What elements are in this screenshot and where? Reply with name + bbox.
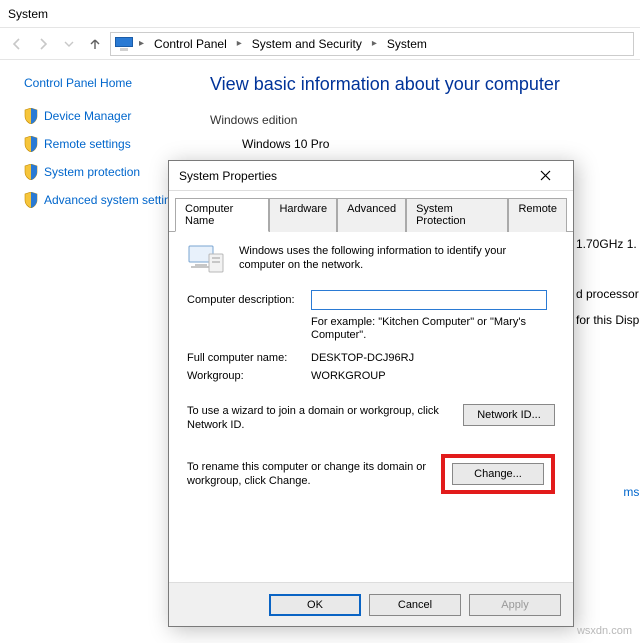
annotation-highlight: Change... xyxy=(441,454,555,494)
window-titlebar: System xyxy=(0,0,640,28)
breadcrumb-mid[interactable]: System and Security xyxy=(248,35,366,53)
watermark: wsxdn.com xyxy=(577,625,632,637)
page-heading: View basic information about your comput… xyxy=(210,74,640,95)
proc-fragment: d processor xyxy=(576,284,639,304)
cpu-fragment: 1.70GHz 1. xyxy=(576,234,639,254)
chevron-right-icon: ▸ xyxy=(233,38,246,49)
shield-icon xyxy=(24,164,38,180)
disp-fragment: for this Disp xyxy=(576,310,639,330)
change-text: To rename this computer or change its do… xyxy=(187,460,429,488)
edition-value: Windows 10 Pro xyxy=(210,137,640,151)
forward-arrow-icon[interactable] xyxy=(32,33,54,55)
sidebar-item-label: Device Manager xyxy=(44,109,131,123)
shield-icon xyxy=(24,108,38,124)
tab-hardware[interactable]: Hardware xyxy=(269,198,337,232)
system-properties-dialog: System Properties Computer Name Hardware… xyxy=(168,160,574,627)
ok-button[interactable]: OK xyxy=(269,594,361,616)
tab-remote[interactable]: Remote xyxy=(508,198,567,232)
cancel-button[interactable]: Cancel xyxy=(369,594,461,616)
workgroup-label: Workgroup: xyxy=(187,370,311,382)
sidebar-home-link[interactable]: Control Panel Home xyxy=(24,76,194,90)
window-title: System xyxy=(8,7,48,21)
back-arrow-icon[interactable] xyxy=(6,33,28,55)
computer-icon xyxy=(187,244,225,276)
workgroup-value: WORKGROUP xyxy=(311,370,555,382)
dialog-titlebar[interactable]: System Properties xyxy=(169,161,573,191)
full-name-value: DESKTOP-DCJ96RJ xyxy=(311,352,555,364)
partially-visible-info: 1.70GHz 1. d processor for this Disp ms xyxy=(576,226,639,502)
network-id-button[interactable]: Network ID... xyxy=(463,404,555,426)
apply-button[interactable]: Apply xyxy=(469,594,561,616)
breadcrumb[interactable]: ▸ Control Panel ▸ System and Security ▸ … xyxy=(110,32,634,56)
sidebar-item-label: System protection xyxy=(44,165,140,179)
sidebar-item-label: Remote settings xyxy=(44,137,131,151)
description-label: Computer description: xyxy=(187,294,311,306)
recent-dropdown-icon[interactable] xyxy=(58,33,80,55)
close-button[interactable] xyxy=(525,164,565,188)
tab-computer-name[interactable]: Computer Name xyxy=(175,198,269,232)
breadcrumb-leaf[interactable]: System xyxy=(383,35,431,53)
description-example: For example: "Kitchen Computer" or "Mary… xyxy=(311,316,547,342)
shield-icon xyxy=(24,136,38,152)
dialog-body: Windows uses the following information t… xyxy=(169,232,573,582)
intro-text: Windows uses the following information t… xyxy=(239,244,555,276)
change-button[interactable]: Change... xyxy=(452,463,544,485)
chevron-right-icon: ▸ xyxy=(135,38,148,49)
sidebar-item-label: Advanced system settings xyxy=(44,193,183,207)
tab-strip: Computer Name Hardware Advanced System P… xyxy=(169,191,573,232)
sidebar-item-device-manager[interactable]: Device Manager xyxy=(24,108,194,124)
chevron-right-icon: ▸ xyxy=(368,38,381,49)
edition-section-label: Windows edition xyxy=(210,113,640,127)
dialog-title: System Properties xyxy=(179,169,277,183)
shield-icon xyxy=(24,192,38,208)
dialog-footer: OK Cancel Apply xyxy=(169,582,573,626)
up-arrow-icon[interactable] xyxy=(84,33,106,55)
breadcrumb-root[interactable]: Control Panel xyxy=(150,35,231,53)
ms-link-fragment[interactable]: ms xyxy=(576,482,639,502)
network-id-text: To use a wizard to join a domain or work… xyxy=(187,404,451,432)
monitor-icon xyxy=(115,37,133,51)
description-input[interactable] xyxy=(311,290,547,310)
sidebar-item-remote-settings[interactable]: Remote settings xyxy=(24,136,194,152)
close-icon xyxy=(540,170,551,181)
full-name-label: Full computer name: xyxy=(187,352,311,364)
nav-row: ▸ Control Panel ▸ System and Security ▸ … xyxy=(0,28,640,60)
tab-advanced[interactable]: Advanced xyxy=(337,198,406,232)
tab-system-protection[interactable]: System Protection xyxy=(406,198,508,232)
